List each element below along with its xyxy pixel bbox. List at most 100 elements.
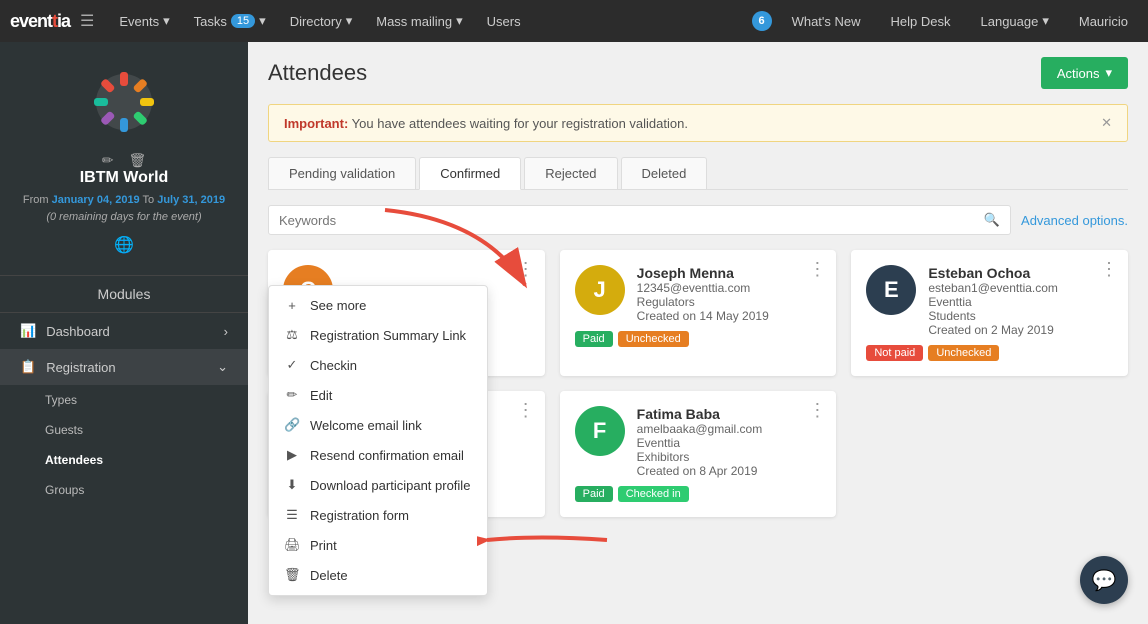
download-icon: ⬇ (284, 477, 300, 493)
sidebar-org-name: IBTM World (15, 169, 233, 187)
main-layout: ✏ 🗑 IBTM World From January 04, 2019 To … (0, 42, 1148, 624)
alert-close-icon[interactable]: ✕ (1101, 115, 1112, 131)
sidebar-edit-icons: ✏ 🗑 (15, 152, 233, 169)
alert-message: You have attendees waiting for your regi… (352, 116, 688, 131)
print-icon: 🖨 (284, 537, 300, 553)
card-email: amelbaaka@gmail.com (637, 422, 822, 436)
card-tags: Paid Checked in (575, 486, 822, 502)
card-tags: Not paid Unchecked (866, 345, 1113, 361)
trash-icon: 🗑 (284, 567, 300, 583)
tab-rejected[interactable]: Rejected (524, 157, 617, 189)
avatar: F (575, 406, 625, 456)
card-email: 12345@eventtia.com (637, 281, 822, 295)
kebab-menu-icon[interactable]: ⋮ (517, 401, 535, 419)
sidebar-sub-groups[interactable]: Groups (0, 475, 248, 505)
kebab-menu-icon[interactable]: ⋮ (517, 260, 535, 278)
link-icon: 🔗 (284, 417, 300, 433)
globe-icon[interactable]: 🌐 (15, 235, 233, 255)
dropdown-print[interactable]: 🖨 Print (269, 530, 487, 560)
card-tags: Paid Unchecked (575, 331, 822, 347)
card-date: Created on 2 May 2019 (928, 323, 1113, 337)
sidebar-dates: From January 04, 2019 To July 31, 2019 (… (15, 192, 233, 225)
sidebar: ✏ 🗑 IBTM World From January 04, 2019 To … (0, 42, 248, 624)
card-name: Joseph Menna (637, 265, 822, 281)
kebab-menu-icon[interactable]: ⋮ (1100, 260, 1118, 278)
sidebar-sub-attendees[interactable]: Attendees (0, 445, 248, 475)
search-icon: 🔍 (984, 212, 1000, 228)
alert-banner: Important: You have attendees waiting fo… (268, 104, 1128, 142)
card-date: Created on 8 Apr 2019 (637, 464, 822, 478)
chevron-right-icon: › (224, 324, 228, 339)
nav-user[interactable]: Mauricio (1069, 10, 1138, 33)
card-info: Joseph Menna 12345@eventtia.com Regulato… (637, 265, 822, 323)
tab-confirmed[interactable]: Confirmed (419, 157, 521, 190)
sidebar-item-registration[interactable]: 📋 Registration ⌄ (0, 349, 248, 385)
card-group: Eventtia (928, 295, 1113, 309)
nav-users[interactable]: Users (477, 10, 531, 33)
search-row: 🔍 Advanced options. (268, 205, 1128, 235)
dropdown-registration-summary[interactable]: ⚖ Registration Summary Link (269, 320, 487, 350)
attendee-card-1: C Created on 2 May 2019 Paid Unchecked ⋮ (268, 250, 545, 376)
whats-new-badge: 6 (752, 11, 772, 31)
sidebar-item-dashboard[interactable]: 📊 Dashboard › (0, 313, 248, 349)
top-navigation: eventtia ☰ Events ▾ Tasks 15 ▾ Directory… (0, 0, 1148, 42)
sidebar-item-label: Registration (46, 360, 115, 375)
nav-directory[interactable]: Directory ▾ (280, 9, 363, 33)
page-title: Attendees (268, 60, 367, 86)
card-header: F Fatima Baba amelbaaka@gmail.com Eventt… (575, 406, 822, 478)
chat-bubble[interactable]: 💬 (1080, 556, 1128, 604)
search-box: 🔍 (268, 205, 1011, 235)
avatar: E (866, 265, 916, 315)
delete-icon[interactable]: 🗑 (128, 152, 146, 169)
nav-mass-mailing[interactable]: Mass mailing ▾ (366, 9, 472, 33)
card-org: Students (928, 309, 1113, 323)
advanced-options-link[interactable]: Advanced options. (1021, 213, 1128, 228)
tag-paid: Paid (575, 486, 613, 502)
dropdown-see-more[interactable]: + See more (269, 291, 487, 320)
registration-icon: 📋 (20, 359, 36, 375)
card-header: J Joseph Menna 12345@eventtia.com Regula… (575, 265, 822, 323)
chevron-down-icon: ▾ (1105, 65, 1112, 81)
sidebar-item-label: Dashboard (46, 324, 110, 339)
app-logo: eventtia (10, 11, 70, 32)
hamburger-icon[interactable]: ☰ (80, 11, 94, 31)
tab-pending-validation[interactable]: Pending validation (268, 157, 416, 189)
modules-label: Modules (0, 276, 248, 313)
card-email: esteban1@eventtia.com (928, 281, 1113, 295)
tabs-bar: Pending validation Confirmed Rejected De… (268, 157, 1128, 190)
alert-prefix: Important: (284, 116, 348, 131)
plus-icon: + (284, 298, 300, 313)
avatar: J (575, 265, 625, 315)
dropdown-resend-confirmation[interactable]: ▶ Resend confirmation email (269, 440, 487, 470)
nav-tasks[interactable]: Tasks 15 ▾ (184, 9, 276, 33)
tag-unchecked: Unchecked (618, 331, 689, 347)
dropdown-registration-form[interactable]: ☰ Registration form (269, 500, 487, 530)
dropdown-welcome-email[interactable]: 🔗 Welcome email link (269, 410, 487, 440)
sidebar-logo (84, 62, 164, 142)
dropdown-checkin[interactable]: ✓ Checkin (269, 350, 487, 380)
card-header: E Esteban Ochoa esteban1@eventtia.com Ev… (866, 265, 1113, 337)
kebab-menu-icon[interactable]: ⋮ (808, 401, 826, 419)
main-content: Attendees Actions ▾ Important: You have … (248, 42, 1148, 624)
tag-not-paid: Not paid (866, 345, 923, 361)
nav-right: 6 What's New Help Desk Language ▾ Mauric… (752, 9, 1138, 33)
nav-whats-new[interactable]: What's New (782, 10, 871, 33)
sidebar-sub-guests[interactable]: Guests (0, 415, 248, 445)
form-icon: ☰ (284, 507, 300, 523)
dropdown-download-profile[interactable]: ⬇ Download participant profile (269, 470, 487, 500)
nav-language[interactable]: Language ▾ (971, 9, 1059, 33)
attendee-card-joseph: J Joseph Menna 12345@eventtia.com Regula… (560, 250, 837, 376)
nav-help-desk[interactable]: Help Desk (881, 10, 961, 33)
search-input[interactable] (279, 213, 976, 228)
kebab-menu-icon[interactable]: ⋮ (808, 260, 826, 278)
card-group: Eventtia (637, 436, 822, 450)
sidebar-sub-types[interactable]: Types (0, 385, 248, 415)
dropdown-delete[interactable]: 🗑 Delete (269, 560, 487, 590)
tab-deleted[interactable]: Deleted (621, 157, 708, 189)
actions-button[interactable]: Actions ▾ (1041, 57, 1128, 89)
dropdown-edit[interactable]: ✏ Edit (269, 380, 487, 410)
attendee-card-fatima: F Fatima Baba amelbaaka@gmail.com Eventt… (560, 391, 837, 517)
dashboard-icon: 📊 (20, 323, 36, 339)
nav-events[interactable]: Events ▾ (109, 9, 179, 33)
edit-icon[interactable]: ✏ (102, 152, 114, 169)
